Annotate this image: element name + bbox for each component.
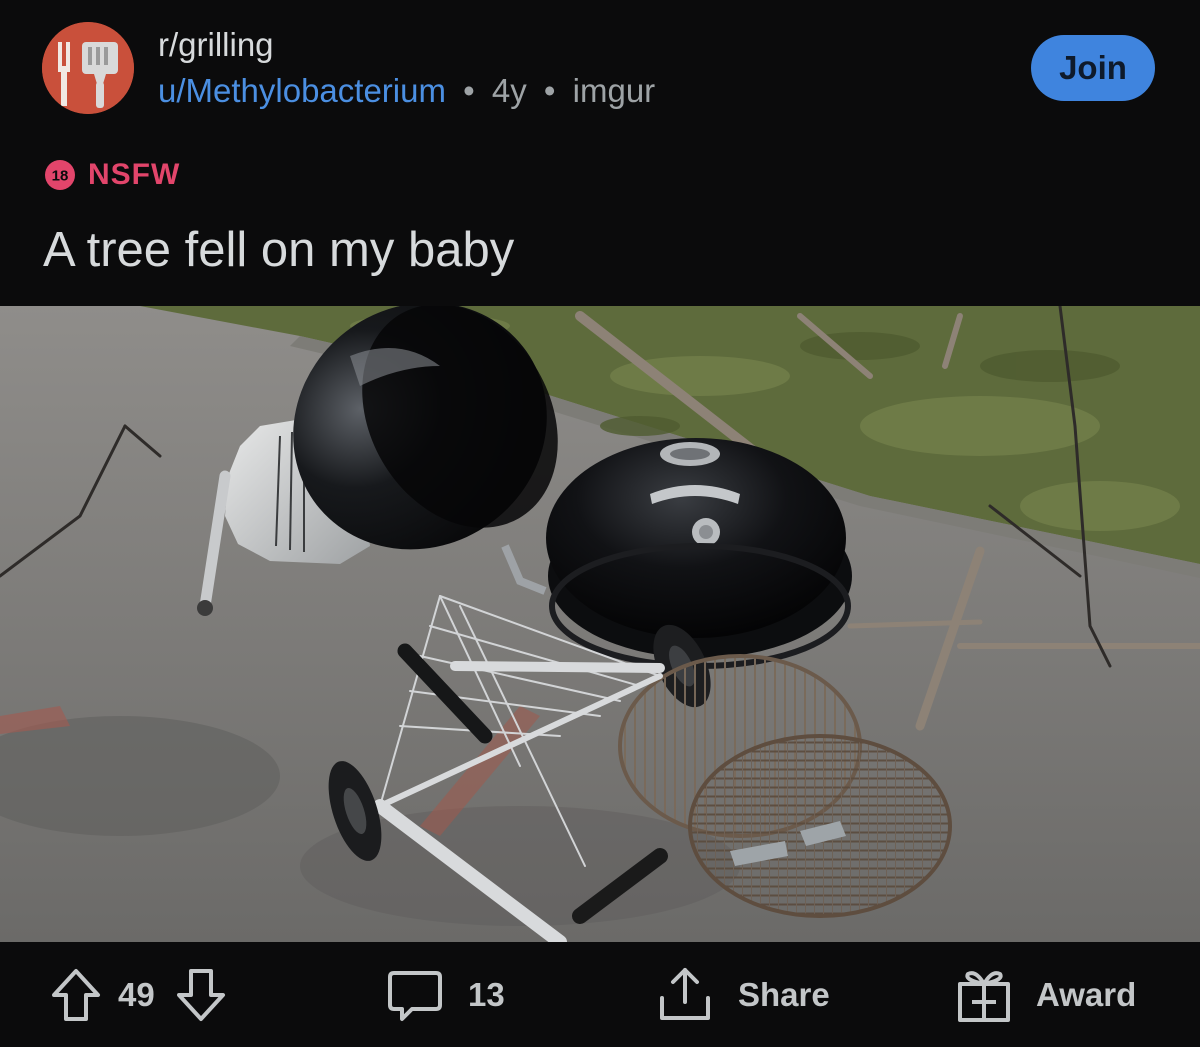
nsfw-badge-icon: 18 xyxy=(45,160,75,190)
nsfw-tag: 18 NSFW xyxy=(44,158,180,192)
post-title[interactable]: A tree fell on my baby xyxy=(43,222,514,278)
award-button[interactable]: Award xyxy=(954,942,1136,1047)
subreddit-avatar[interactable] xyxy=(42,22,134,114)
share-icon xyxy=(660,967,710,1020)
post-source[interactable]: imgur xyxy=(573,72,656,109)
post-meta: u/Methylobacterium • 4y • imgur xyxy=(158,72,655,110)
share-button[interactable]: Share xyxy=(654,942,830,1047)
post-photo xyxy=(0,306,1200,942)
comment-bubble-icon xyxy=(388,970,442,1021)
nsfw-badge-text: 18 xyxy=(52,168,69,185)
vote-count: 49 xyxy=(118,975,155,1013)
join-button[interactable]: Join xyxy=(1031,35,1155,101)
author-link[interactable]: u/Methylobacterium xyxy=(158,72,446,109)
grill-tools-icon xyxy=(42,22,134,114)
post-image[interactable] xyxy=(0,306,1200,942)
upvote-icon[interactable] xyxy=(48,965,104,1025)
meta-separator: • xyxy=(543,72,556,109)
post-action-bar: 49 13 Share Award xyxy=(0,942,1200,1047)
subreddit-name[interactable]: r/grilling xyxy=(158,26,274,64)
award-label: Award xyxy=(1036,975,1137,1013)
comment-count: 13 xyxy=(468,975,505,1013)
post-age: 4y xyxy=(491,72,527,109)
grill-lid xyxy=(546,438,852,669)
meta-separator: • xyxy=(463,72,475,109)
vote-group: 49 xyxy=(48,942,229,1047)
nsfw-label: NSFW xyxy=(88,158,181,191)
share-label: Share xyxy=(738,975,830,1013)
comments-button[interactable]: 13 xyxy=(386,942,505,1047)
downvote-icon[interactable] xyxy=(173,965,229,1025)
post-header: r/grilling u/Methylobacterium • 4y • img… xyxy=(0,0,1200,306)
gift-icon xyxy=(958,970,1010,1022)
